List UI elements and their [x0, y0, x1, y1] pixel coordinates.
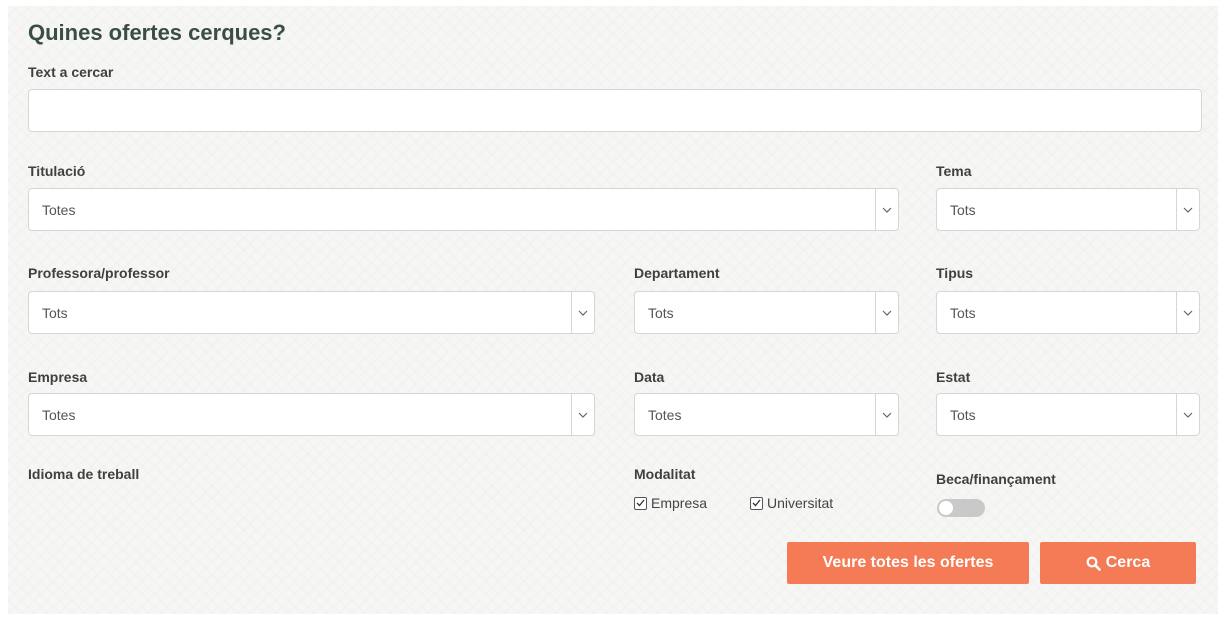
- chevron-down-icon: [571, 394, 594, 435]
- professor-value: Tots: [42, 305, 68, 321]
- chevron-down-icon: [875, 394, 898, 435]
- modalitat-empresa-option[interactable]: Empresa: [634, 495, 707, 511]
- modalitat-empresa-label: Empresa: [651, 495, 708, 511]
- chevron-down-icon: [1176, 292, 1199, 333]
- chevron-down-icon: [875, 189, 898, 230]
- search-button[interactable]: Cerca: [1040, 542, 1196, 584]
- modalitat-universitat-option[interactable]: Universitat: [750, 495, 833, 511]
- tipus-value: Tots: [950, 305, 976, 321]
- modalitat-label: Modalitat: [634, 466, 696, 482]
- titulacio-select[interactable]: Totes: [28, 188, 899, 231]
- tipus-select[interactable]: Tots: [936, 291, 1200, 334]
- search-text-label: Text a cercar: [28, 64, 114, 80]
- titulacio-value: Totes: [42, 202, 76, 218]
- estat-label: Estat: [936, 369, 971, 385]
- idioma-label: Idioma de treball: [28, 466, 140, 482]
- toggle-knob: [939, 501, 953, 515]
- page-title: Quines ofertes cerques?: [28, 20, 286, 45]
- professor-select[interactable]: Tots: [28, 291, 595, 334]
- titulacio-label: Titulació: [28, 163, 86, 179]
- departament-label: Departament: [634, 265, 720, 281]
- tema-label: Tema: [936, 163, 972, 179]
- checkbox-checked-icon[interactable]: [634, 496, 647, 510]
- search-button-label: Cerca: [1105, 554, 1151, 571]
- data-label: Data: [634, 369, 665, 385]
- departament-value: Tots: [648, 305, 674, 321]
- data-value: Totes: [648, 407, 682, 423]
- beca-label: Beca/finançament: [936, 471, 1056, 487]
- empresa-value: Totes: [42, 407, 76, 423]
- empresa-select[interactable]: Totes: [28, 393, 595, 436]
- tipus-label: Tipus: [936, 265, 974, 281]
- chevron-down-icon: [1176, 394, 1199, 435]
- chevron-down-icon: [1176, 189, 1199, 230]
- tema-value: Tots: [950, 202, 976, 218]
- empresa-label: Empresa: [28, 369, 88, 385]
- tema-select[interactable]: Tots: [936, 188, 1200, 231]
- data-select[interactable]: Totes: [634, 393, 899, 436]
- show-all-offers-button[interactable]: Veure totes les ofertes: [787, 542, 1029, 584]
- modalitat-universitat-label: Universitat: [767, 495, 834, 511]
- chevron-down-icon: [875, 292, 898, 333]
- departament-select[interactable]: Tots: [634, 291, 899, 334]
- checkbox-checked-icon[interactable]: [750, 496, 763, 510]
- beca-toggle[interactable]: [937, 499, 985, 517]
- professor-label: Professora/professor: [28, 265, 170, 281]
- estat-value: Tots: [950, 407, 976, 423]
- estat-select[interactable]: Tots: [936, 393, 1200, 436]
- search-text-input[interactable]: [28, 89, 1202, 132]
- chevron-down-icon: [571, 292, 594, 333]
- search-icon: [1086, 556, 1101, 571]
